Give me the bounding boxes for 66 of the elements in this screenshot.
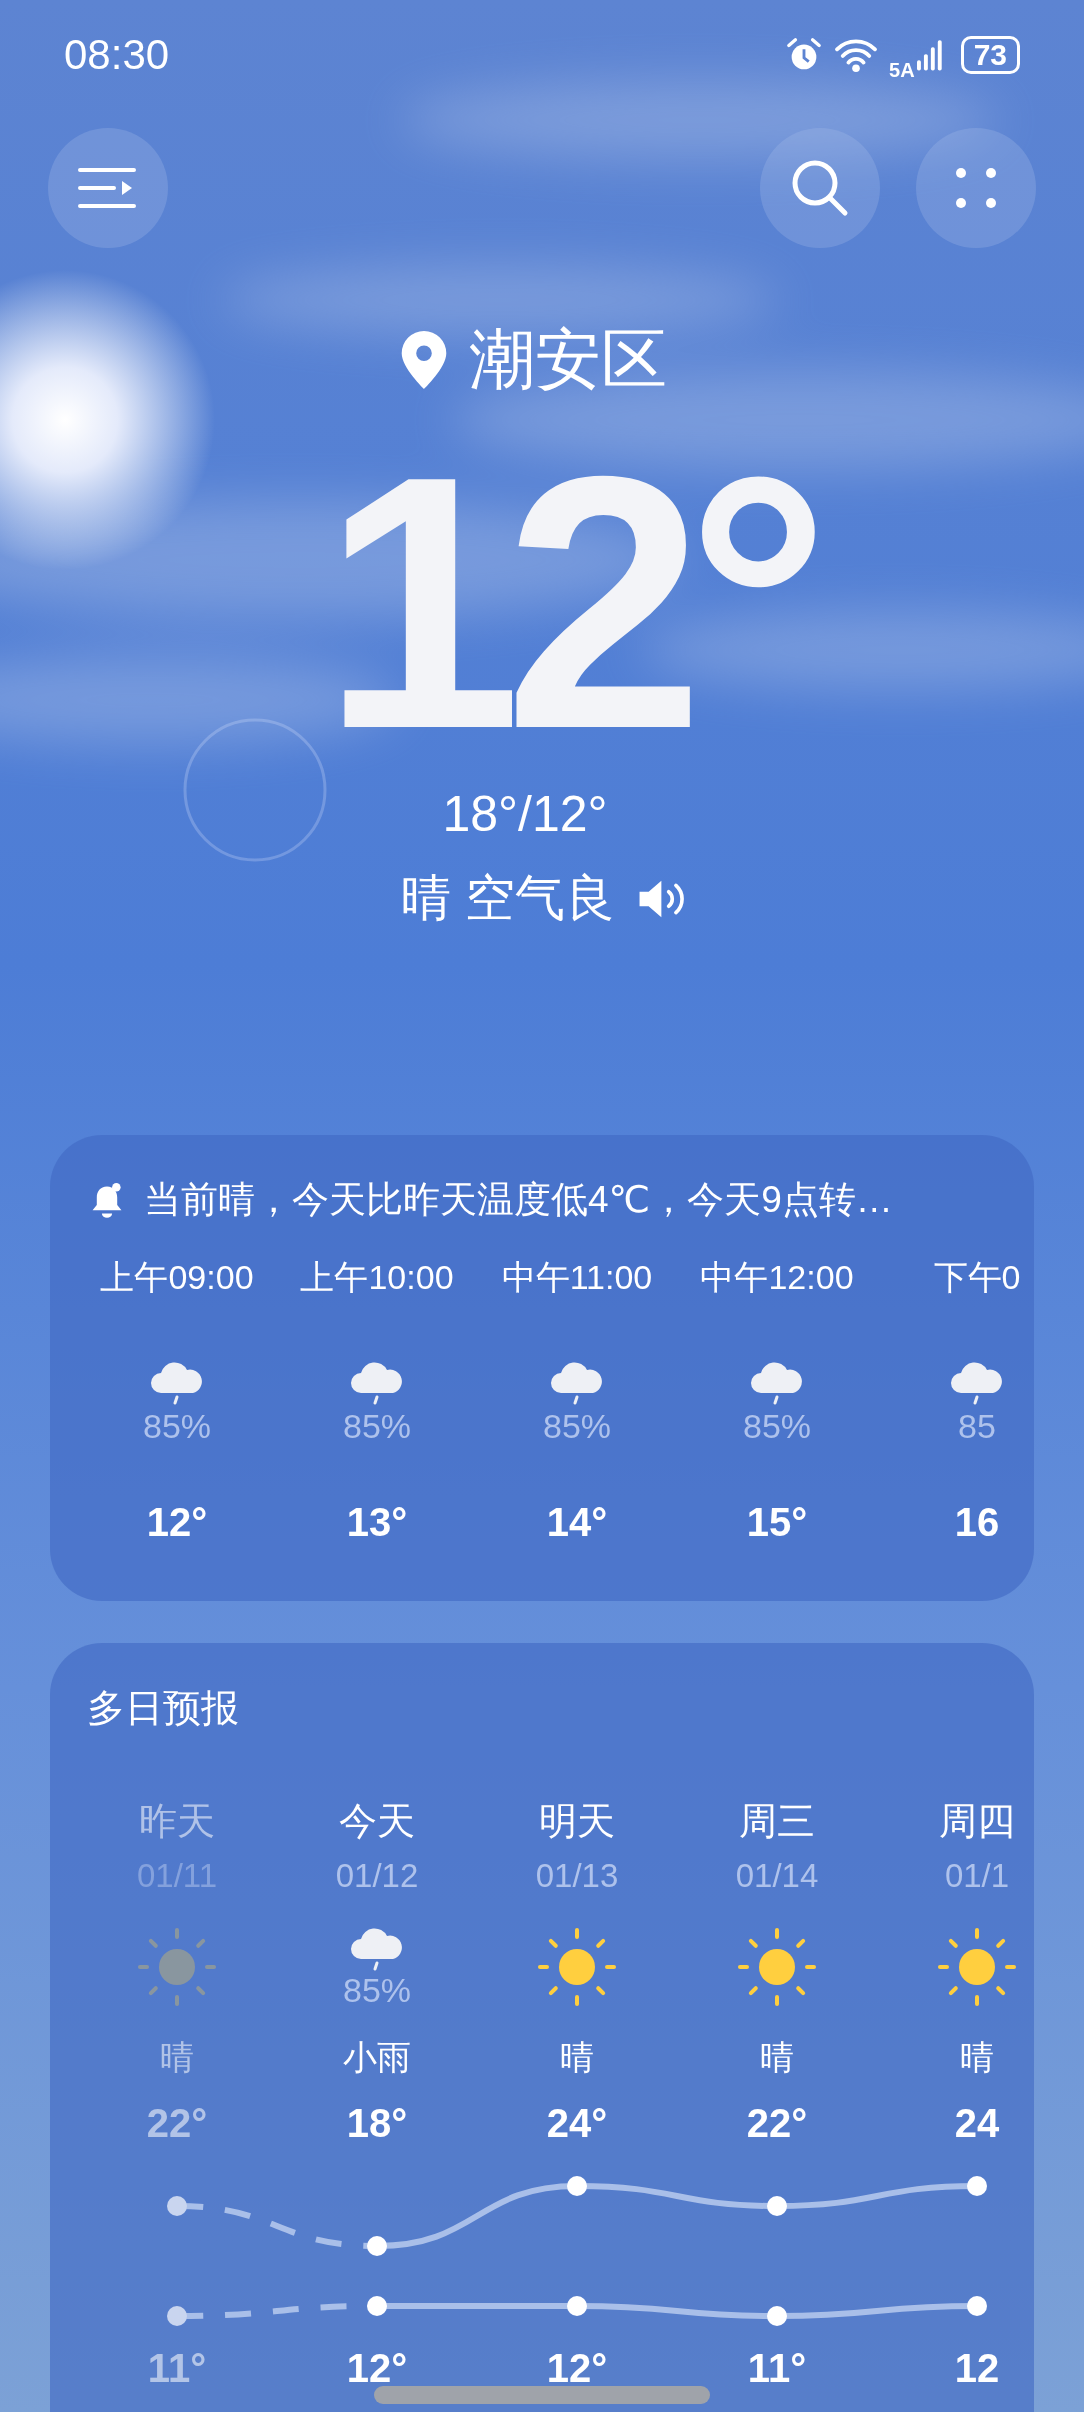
battery-indicator: 73	[960, 36, 1020, 74]
sun-icon	[937, 1927, 1017, 2007]
four-dots-icon	[956, 168, 996, 208]
weather-condition: 晴	[160, 2037, 194, 2078]
network-type-label: 5A	[889, 58, 915, 82]
location-name: 潮安区	[469, 321, 667, 398]
sun-icon	[537, 1927, 617, 2007]
day-name: 今天	[339, 1799, 415, 1844]
rain-cloud-icon	[349, 1927, 405, 1971]
hour-time: 中午12:00	[700, 1257, 854, 1298]
low-temperature: 12°	[546, 2346, 608, 2391]
low-temperature: 11°	[147, 2346, 207, 2391]
hour-temperature: 15°	[746, 1500, 808, 1545]
location-pin-icon	[401, 331, 447, 389]
weather-summary: 晴 空气良	[401, 869, 615, 928]
day-date: 01/14	[735, 1857, 819, 1895]
high-temperature: 18°	[346, 2101, 408, 2146]
weather-alert-text: 当前晴，今天比昨天温度低4℃，今天9点转…	[144, 1178, 893, 1222]
rain-cloud-icon	[149, 1361, 205, 1405]
sun-icon	[737, 1927, 817, 2007]
signal-icon	[916, 37, 943, 73]
card-title: 多日预报	[86, 1686, 240, 1731]
high-temperature: 24°	[546, 2101, 608, 2146]
menu-icon	[78, 166, 138, 210]
hour-temperature: 16	[954, 1500, 1000, 1545]
high-temperature: 24	[954, 2101, 1000, 2146]
precipitation-chance: 85%	[342, 1407, 412, 1446]
day-name: 明天	[539, 1799, 615, 1844]
hour-time: 上午10:00	[300, 1257, 454, 1298]
hour-time: 上午09:00	[100, 1257, 254, 1298]
bell-icon	[90, 1181, 124, 1219]
day-date: 01/12	[335, 1857, 419, 1895]
day-name: 周四	[939, 1799, 1015, 1844]
search-icon	[790, 158, 850, 218]
current-temperature: 12°	[320, 437, 814, 767]
sun-icon	[137, 1927, 217, 2007]
hour-temperature: 13°	[346, 1500, 408, 1545]
hour-temperature: 12°	[146, 1500, 208, 1545]
rain-cloud-icon	[749, 1361, 805, 1405]
day-date: 01/1	[944, 1857, 1010, 1895]
precipitation-chance: 85	[958, 1407, 996, 1446]
weather-condition: 晴	[560, 2037, 594, 2078]
weather-condition: 晴	[760, 2037, 794, 2078]
rain-cloud-icon	[949, 1361, 1005, 1405]
precipitation-chance: 85%	[342, 1971, 412, 2010]
rain-cloud-icon	[549, 1361, 605, 1405]
high-temperature: 22°	[146, 2101, 208, 2146]
day-name: 昨天	[139, 1799, 215, 1844]
precipitation-chance: 85%	[142, 1407, 212, 1446]
precipitation-chance: 85%	[742, 1407, 812, 1446]
day-date: 01/13	[535, 1857, 619, 1895]
wifi-icon	[833, 36, 880, 74]
hour-time: 中午11:00	[501, 1257, 653, 1298]
weather-condition: 晴	[960, 2037, 994, 2078]
low-temperature: 11°	[747, 2346, 807, 2391]
high-temperature: 22°	[746, 2101, 808, 2146]
hour-time: 下午0	[933, 1257, 1021, 1298]
rain-cloud-icon	[349, 1361, 405, 1405]
day-name: 周三	[739, 1799, 815, 1844]
low-temperature: 12°	[346, 2346, 408, 2391]
temperature-range: 18°/12°	[441, 785, 609, 843]
hour-temperature: 14°	[546, 1500, 608, 1545]
low-temperature: 12	[954, 2346, 1000, 2391]
weather-condition: 小雨	[343, 2037, 411, 2078]
precipitation-chance: 85%	[542, 1407, 612, 1446]
status-time: 08:30	[64, 31, 170, 79]
